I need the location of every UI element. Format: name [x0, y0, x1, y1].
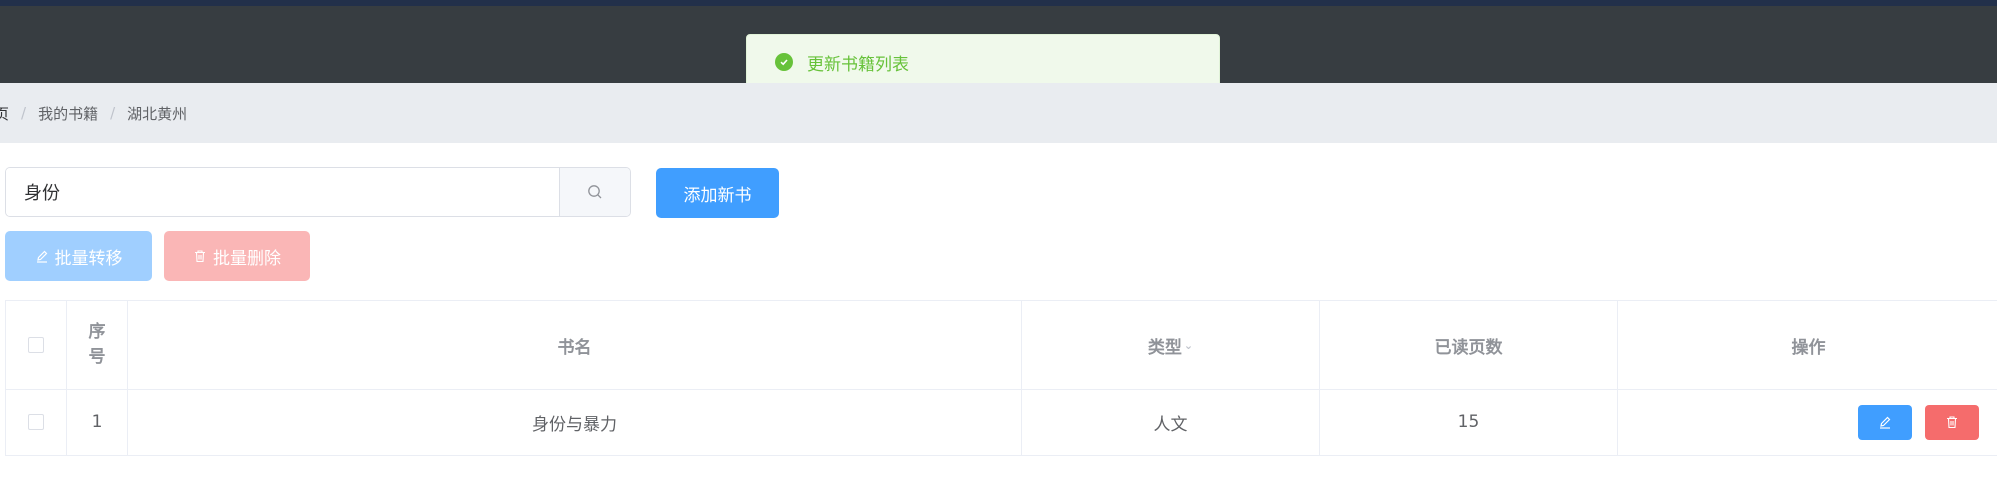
toast-message: 更新书籍列表 [807, 54, 909, 75]
row-type: 人文 [1022, 389, 1320, 455]
batch-move-button[interactable]: 批量转移 [5, 231, 152, 281]
breadcrumb-separator: / [110, 104, 116, 122]
header-actions: 操作 [1791, 337, 1826, 358]
search-box [5, 167, 631, 217]
breadcrumb-item-current: 湖北黄州 [127, 104, 188, 123]
batch-delete-button[interactable]: 批量删除 [164, 231, 310, 281]
add-book-button[interactable]: 添加新书 [656, 168, 779, 218]
row-select-cell [6, 389, 67, 455]
breadcrumb-item-home[interactable]: 页 [0, 103, 9, 124]
header-pages-read: 已读页数 [1320, 301, 1618, 389]
header-type-label: 类型 [1147, 337, 1182, 358]
edit-icon [1880, 416, 1891, 429]
books-table: 序 号 书名 类型 ⌄ 已读页数 操作 1 身份与暴力 人文 15 [5, 300, 1997, 456]
row-index: 1 [67, 389, 128, 455]
row-title: 身份与暴力 [128, 389, 1022, 455]
header-index: 序 号 [67, 301, 128, 389]
row-pages-read: 15 [1320, 389, 1618, 455]
header-select-cell [6, 301, 67, 389]
check-circle-icon [775, 53, 793, 71]
edit-button[interactable] [1858, 404, 1912, 440]
header-index-line1: 序 [88, 322, 106, 342]
row-checkbox[interactable] [28, 414, 44, 430]
trash-icon [195, 250, 205, 263]
success-toast: 更新书籍列表 [746, 34, 1220, 90]
search-button[interactable] [559, 168, 630, 216]
edit-icon [36, 250, 47, 263]
batch-delete-label: 批量删除 [213, 248, 281, 269]
search-input[interactable] [6, 168, 559, 216]
breadcrumb-bar: 页 / 我的书籍 / 湖北黄州 [0, 83, 1997, 143]
breadcrumb-separator: / [21, 104, 27, 122]
batch-move-label: 批量转移 [54, 248, 123, 269]
search-icon [588, 185, 602, 199]
delete-button[interactable] [1925, 404, 1979, 440]
chevron-down-icon: ⌄ [1183, 338, 1194, 352]
header-title: 书名 [128, 301, 1022, 389]
trash-icon [1947, 416, 1957, 429]
add-book-label: 添加新书 [683, 185, 752, 206]
select-all-checkbox[interactable] [28, 337, 44, 353]
header-index-line2: 号 [88, 347, 106, 367]
table-header-row: 序 号 书名 类型 ⌄ 已读页数 操作 [6, 301, 1997, 390]
breadcrumb: 页 / 我的书籍 / 湖北黄州 [0, 103, 187, 124]
header-type[interactable]: 类型 ⌄ [1022, 301, 1320, 389]
table-row: 1 身份与暴力 人文 15 [6, 389, 1997, 455]
breadcrumb-item-my-books[interactable]: 我的书籍 [38, 103, 98, 124]
row-actions [1618, 389, 1997, 455]
